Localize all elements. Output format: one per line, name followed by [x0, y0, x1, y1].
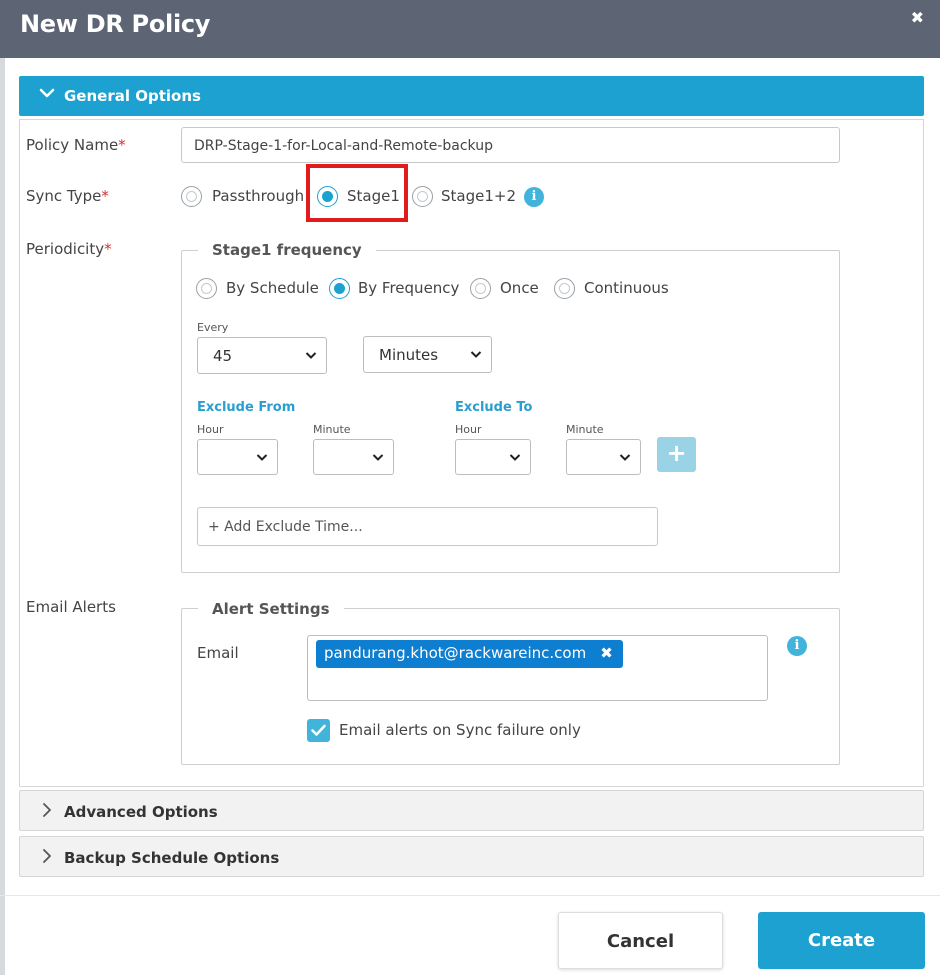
exclude-from-hour-select[interactable] — [197, 439, 278, 475]
by-schedule-radio[interactable] — [196, 278, 217, 299]
sync-type-label: Sync Type* — [26, 187, 109, 205]
by-frequency-radio[interactable] — [329, 278, 350, 299]
exclude-to-hour-select[interactable] — [455, 439, 531, 475]
stage1-frequency-legend: Stage1 frequency — [198, 241, 376, 259]
add-exclude-time-input[interactable]: + Add Exclude Time... — [197, 507, 658, 546]
close-icon[interactable]: ✖ — [911, 8, 924, 27]
new-dr-policy-dialog: New DR Policy ✖ General Options Policy N… — [0, 0, 940, 975]
sync-passthrough-radio[interactable] — [181, 186, 202, 207]
policy-name-label: Policy Name* — [26, 136, 126, 154]
sync-passthrough-label[interactable]: Passthrough — [212, 187, 304, 205]
policy-name-input[interactable]: DRP-Stage-1-for-Local-and-Remote-backup — [181, 127, 840, 163]
dialog-title: New DR Policy — [20, 10, 211, 38]
email-tag-text: pandurang.khot@rackwareinc.com — [324, 644, 587, 662]
stage1-highlight-box — [306, 164, 408, 222]
from-hour-label: Hour — [197, 423, 224, 436]
chevron-down-icon — [305, 352, 317, 359]
required-mark: * — [104, 240, 112, 258]
chevron-right-icon — [43, 803, 51, 817]
required-mark: * — [101, 187, 109, 205]
sync-type-label-text: Sync Type — [26, 187, 102, 205]
sync-stage1-2-label[interactable]: Stage1+2 — [441, 187, 516, 205]
chevron-down-icon — [470, 351, 482, 358]
chevron-right-icon — [43, 849, 51, 863]
exclude-from-minute-select[interactable] — [313, 439, 394, 475]
cancel-button[interactable]: Cancel — [558, 912, 723, 969]
email-tags-input[interactable]: pandurang.khot@rackwareinc.com ✖ — [307, 635, 768, 701]
general-options-header[interactable]: General Options — [19, 76, 924, 116]
exclude-to-minute-select[interactable] — [566, 439, 641, 475]
once-label[interactable]: Once — [500, 279, 539, 297]
every-value: 45 — [213, 347, 233, 365]
policy-name-label-text: Policy Name — [26, 136, 119, 154]
by-frequency-label[interactable]: By Frequency — [358, 279, 459, 297]
remove-tag-icon[interactable]: ✖ — [600, 644, 613, 662]
exclude-to-label: Exclude To — [455, 400, 533, 415]
to-hour-label: Hour — [455, 423, 482, 436]
chevron-down-icon — [256, 454, 268, 461]
to-minute-label: Minute — [566, 423, 604, 436]
every-value-select[interactable]: 45 — [197, 337, 327, 374]
create-button[interactable]: Create — [758, 912, 925, 969]
every-label: Every — [197, 321, 229, 334]
periodicity-label-text: Periodicity — [26, 240, 105, 258]
every-unit-select[interactable]: Minutes — [363, 336, 492, 373]
advanced-options-label: Advanced Options — [64, 803, 218, 821]
from-minute-label: Minute — [313, 423, 351, 436]
every-unit: Minutes — [379, 346, 439, 364]
advanced-options-header[interactable]: Advanced Options — [19, 790, 924, 831]
chevron-down-icon — [39, 88, 55, 98]
by-schedule-label[interactable]: By Schedule — [226, 279, 319, 297]
backup-schedule-options-header[interactable]: Backup Schedule Options — [19, 836, 924, 877]
dialog-header: New DR Policy ✖ — [0, 0, 940, 58]
sync-failure-only-label[interactable]: Email alerts on Sync failure only — [339, 721, 581, 739]
general-options-label: General Options — [64, 87, 201, 105]
backup-schedule-options-label: Backup Schedule Options — [64, 849, 280, 867]
email-label: Email — [197, 644, 239, 662]
continuous-radio[interactable] — [554, 278, 575, 299]
info-icon[interactable]: i — [524, 187, 544, 207]
chevron-down-icon — [509, 454, 521, 461]
periodicity-label: Periodicity* — [26, 240, 112, 258]
required-mark: * — [118, 136, 126, 154]
sync-stage1-2-radio[interactable] — [412, 186, 433, 207]
footer-divider — [0, 895, 940, 896]
exclude-from-label: Exclude From — [197, 400, 296, 415]
info-icon[interactable]: i — [787, 636, 807, 656]
chevron-down-icon — [372, 454, 384, 461]
chevron-down-icon — [619, 454, 631, 461]
email-alerts-label: Email Alerts — [26, 598, 116, 616]
checkmark-icon — [311, 724, 326, 736]
email-tag: pandurang.khot@rackwareinc.com ✖ — [316, 640, 623, 668]
add-exclude-plus-button[interactable]: + — [657, 437, 696, 472]
dialog-left-edge — [0, 58, 5, 975]
continuous-label[interactable]: Continuous — [584, 279, 669, 297]
alert-settings-legend: Alert Settings — [198, 600, 344, 618]
once-radio[interactable] — [470, 278, 491, 299]
sync-failure-only-checkbox[interactable] — [307, 719, 330, 742]
